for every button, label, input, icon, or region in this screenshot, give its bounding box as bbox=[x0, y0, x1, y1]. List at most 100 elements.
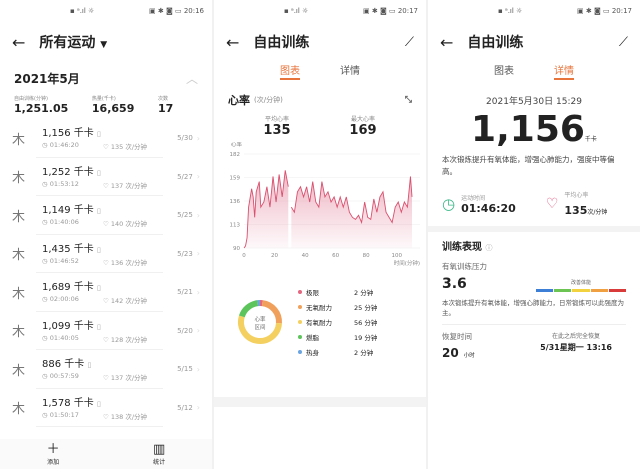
item-calories: 1,252 千卡 bbox=[42, 166, 94, 178]
item-date: 5/27 bbox=[177, 172, 193, 181]
clock-icon: ◷ bbox=[42, 410, 48, 419]
item-calories: 1,578 千卡 bbox=[42, 397, 94, 409]
chevron-right-icon: › bbox=[196, 364, 200, 374]
heart-icon: ♡ bbox=[102, 412, 109, 421]
chevron-right-icon: › bbox=[196, 403, 200, 413]
back-arrow-icon[interactable]: ← bbox=[440, 33, 453, 52]
item-date: 5/15 bbox=[177, 365, 193, 374]
add-button[interactable]: ＋ 添加 bbox=[47, 443, 60, 469]
workout-type-icon: ⽊ bbox=[12, 402, 26, 418]
summary-value: 1,251.05 bbox=[14, 102, 69, 115]
zone-color-dot bbox=[298, 305, 302, 309]
stats-label: 统计 bbox=[153, 459, 166, 466]
back-arrow-icon[interactable]: ← bbox=[12, 33, 25, 52]
workout-type-icon: ⽊ bbox=[12, 363, 26, 379]
hr-unit: (次/分钟) bbox=[254, 96, 283, 104]
stress-label: 有氧训练压力 bbox=[442, 262, 487, 271]
item-date: 5/30 bbox=[177, 134, 193, 143]
workout-list-item[interactable]: ⽊ 886 千卡 ▯ ◷ 00:57:59 ♡ 137 次/分钟 5/15 › bbox=[0, 350, 212, 389]
item-date: 5/23 bbox=[177, 249, 193, 258]
donut-center-label: 心率 bbox=[254, 315, 266, 323]
hr-zone-donut: 心率区间 bbox=[238, 300, 282, 344]
calories-unit: 千卡 bbox=[584, 136, 597, 143]
watch-icon: ▯ bbox=[97, 130, 101, 139]
workout-list-item[interactable]: ⽊ 1,149 千卡 ▯ ◷ 01:40:06 ♡ 140 次/分钟 5/25 › bbox=[0, 196, 212, 235]
recovery-value: 20 bbox=[442, 346, 459, 360]
add-label: 添加 bbox=[47, 459, 60, 466]
status-time: ▣ ✱ ◙ ▭ 20:16 bbox=[149, 7, 204, 15]
bottom-bar: ＋ 添加 ▥ 统计 bbox=[0, 439, 212, 469]
chevron-right-icon: › bbox=[196, 133, 200, 143]
chevron-right-icon: › bbox=[196, 326, 200, 336]
performance-title: 训练表现 bbox=[442, 242, 482, 253]
summary-label: 热量(千卡) bbox=[91, 96, 116, 102]
zone-color-dot bbox=[298, 350, 302, 354]
y-axis-label: 心率 bbox=[231, 142, 243, 148]
x-tick-label: 0 bbox=[242, 253, 246, 259]
tab-chart[interactable]: 图表 bbox=[494, 62, 514, 86]
watch-icon: ▯ bbox=[97, 245, 101, 254]
sport-filter-dropdown[interactable]: 所有运动 ▼ bbox=[39, 32, 107, 52]
info-icon[interactable]: ⓘ bbox=[485, 244, 492, 252]
item-duration: 01:46:20 bbox=[49, 141, 79, 150]
tab-detail[interactable]: 详情 bbox=[554, 62, 574, 80]
workout-type-icon: ⽊ bbox=[12, 286, 26, 302]
watch-icon: ▯ bbox=[97, 322, 101, 331]
watch-icon: ▯ bbox=[97, 399, 101, 408]
workout-type-icon: ⽊ bbox=[12, 132, 26, 148]
stress-value: 3.6 bbox=[442, 276, 467, 292]
workout-list-item[interactable]: ⽊ 1,435 千卡 ▯ ◷ 01:46:52 ♡ 136 次/分钟 5/23 › bbox=[0, 235, 212, 273]
workout-list-item[interactable]: ⽊ 1,099 千卡 ▯ ◷ 01:40:05 ♡ 128 次/分钟 5/20 › bbox=[0, 312, 212, 350]
heart-icon: ♡ bbox=[102, 297, 109, 306]
item-duration: 01:46:52 bbox=[49, 256, 79, 265]
share-icon[interactable]: ⟋ bbox=[405, 35, 414, 50]
item-duration: 02:00:06 bbox=[49, 295, 79, 304]
clock-icon: ◷ bbox=[42, 179, 48, 188]
status-icons: ▪ ᵃ.ıl ☼ bbox=[284, 7, 309, 15]
item-calories: 1,435 千卡 bbox=[42, 243, 94, 255]
zone-duration: 25 分钟 bbox=[354, 304, 378, 312]
collapse-chevron-icon[interactable]: ︿ bbox=[186, 70, 198, 87]
summary-value: 16,659 bbox=[91, 102, 135, 115]
zone-name: 燃脂 bbox=[306, 334, 319, 342]
item-duration: 00:57:59 bbox=[49, 372, 79, 381]
heart-icon: ♡ bbox=[102, 181, 109, 190]
zone-name: 热身 bbox=[306, 349, 319, 357]
clock-icon: ◷ bbox=[42, 256, 48, 265]
share-icon[interactable]: ⟋ bbox=[619, 35, 628, 50]
item-date: 5/21 bbox=[177, 288, 193, 297]
heart-icon: ♡ bbox=[545, 196, 559, 212]
item-date: 5/12 bbox=[177, 403, 193, 412]
item-calories: 1,099 千卡 bbox=[42, 320, 94, 332]
workout-list-screen: ▪ ᵃ.ıl ☼ ▣ ✱ ◙ ▭ 20:16 ← 所有运动 ▼ 2021年5月 ︿ 自… bbox=[0, 0, 212, 469]
expand-icon[interactable]: ⤡ bbox=[405, 95, 412, 105]
clock-icon: ◷ bbox=[42, 372, 48, 381]
heart-icon: ♡ bbox=[102, 335, 109, 344]
workout-detail-screen: ▪ ᵃ.ıl ☼ ▣ ✱ ◙ ▭ 20:17 ← 自由训练 ⟋ 图表 详情 2021年5… bbox=[428, 0, 640, 469]
back-arrow-icon[interactable]: ← bbox=[226, 33, 239, 52]
plus-icon: ＋ bbox=[46, 442, 60, 457]
tab-detail[interactable]: 详情 bbox=[340, 62, 360, 86]
workout-type-icon: ⽊ bbox=[12, 248, 26, 264]
item-calories: 886 千卡 bbox=[42, 359, 85, 371]
stats-button[interactable]: ▥ 统计 bbox=[153, 443, 165, 469]
workout-list-item[interactable]: ⽊ 1,156 千卡 ▯ ◷ 01:46:20 ♡ 135 次/分钟 5/30 › bbox=[0, 119, 212, 158]
zone-duration: 19 分钟 bbox=[354, 334, 378, 342]
watch-icon: ▯ bbox=[97, 168, 101, 177]
hr-title: 心率 bbox=[228, 94, 250, 107]
x-tick-label: 100 bbox=[391, 253, 402, 259]
x-tick-label: 60 bbox=[332, 253, 339, 259]
bar-chart-icon: ▥ bbox=[153, 442, 166, 457]
y-tick-label: 159 bbox=[230, 176, 241, 182]
y-tick-label: 136 bbox=[230, 199, 241, 205]
workout-list-item[interactable]: ⽊ 1,689 千卡 ▯ ◷ 02:00:06 ♡ 142 次/分钟 5/21 › bbox=[0, 273, 212, 312]
clock-icon: ◷ bbox=[42, 295, 48, 304]
workout-list-item[interactable]: ⽊ 1,578 千卡 ▯ ◷ 01:50:17 ♡ 138 次/分钟 5/12 › bbox=[0, 389, 212, 427]
stress-description: 本次锻炼提升有氧体能，增强心肺能力，日常锻炼可以此强度为主。 bbox=[442, 298, 626, 325]
heart-rate-chart: 心率 90 113 136 159 182 0 20 40 60 80 100时间(分钟) bbox=[230, 142, 420, 267]
workout-list-item[interactable]: ⽊ 1,252 千卡 ▯ ◷ 01:53:12 ♡ 137 次/分钟 5/27 › bbox=[0, 158, 212, 196]
workout-type-icon: ⽊ bbox=[12, 209, 26, 225]
tab-chart[interactable]: 图表 bbox=[280, 62, 300, 80]
x-tick-label: 40 bbox=[302, 253, 309, 259]
x-tick-label: 20 bbox=[271, 253, 278, 259]
